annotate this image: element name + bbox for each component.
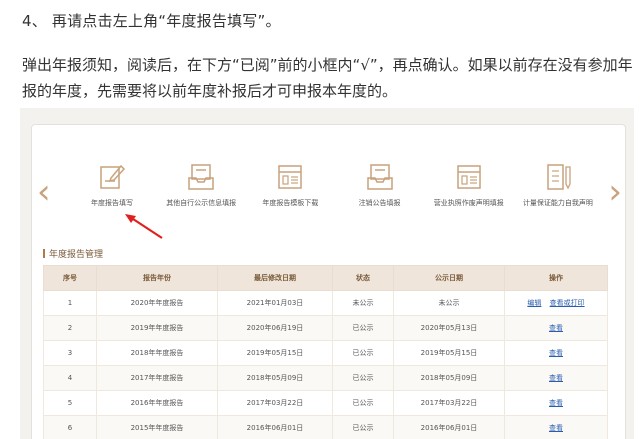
- section-title: 年度报告管理: [43, 247, 103, 260]
- icon-label: 计量保证能力自我声明: [522, 199, 593, 207]
- cell-actions: 查看: [504, 415, 608, 439]
- col-header-no: 序号: [43, 265, 97, 291]
- cell-actions: 查看: [504, 390, 608, 416]
- view-link[interactable]: 查看: [549, 399, 563, 407]
- table-row: 4 2017年年度报告 2018年05月09日 已公示 2018年05月09日 …: [43, 365, 608, 391]
- cell-status: 已公示: [332, 340, 394, 366]
- cell-published: 2016年06月01日: [393, 415, 505, 439]
- cell-modified: 2019年05月15日: [217, 340, 333, 366]
- step-heading: 4、 再请点击左上角“年度报告填写”。: [22, 12, 281, 30]
- service-metrology-statement[interactable]: 计量保证能力自我声明: [516, 162, 600, 222]
- service-deregistration-notice[interactable]: 注销公告填报: [338, 162, 422, 222]
- icon-label: 年度报告填写: [91, 199, 133, 207]
- annotation-arrow-icon: [125, 214, 163, 239]
- cell-no: 1: [43, 290, 97, 316]
- cell-published: 未公示: [393, 290, 505, 316]
- view-print-link[interactable]: 查看或打印: [550, 299, 585, 307]
- cell-published: 2020年05月13日: [393, 315, 505, 341]
- inbox-tray-icon: [366, 164, 393, 190]
- carousel-next-button[interactable]: ›: [608, 175, 622, 209]
- section-title-text: 年度报告管理: [49, 250, 104, 260]
- table-row: 5 2016年年度报告 2017年03月22日 已公示 2017年03月22日 …: [43, 390, 608, 416]
- cell-modified: 2017年03月22日: [217, 390, 333, 416]
- cell-status: 已公示: [332, 365, 394, 391]
- cell-no: 3: [43, 340, 97, 366]
- cell-status: 已公示: [332, 315, 394, 341]
- cell-published: 2019年05月15日: [393, 340, 505, 366]
- icon-label: 注销公告填报: [358, 199, 401, 207]
- cell-year: 2017年年度报告: [96, 365, 218, 391]
- col-header-published: 公示日期: [393, 265, 505, 291]
- cell-no: 6: [43, 415, 97, 439]
- cell-modified: 2016年06月01日: [217, 415, 333, 439]
- col-header-actions: 操作: [504, 265, 608, 291]
- edit-link[interactable]: 编辑: [527, 299, 541, 307]
- service-other-public-info[interactable]: 其他自行公示信息填报: [159, 162, 243, 222]
- template-form-icon: [457, 165, 481, 189]
- cell-no: 5: [43, 390, 97, 416]
- template-form-icon: [278, 165, 303, 189]
- view-link[interactable]: 查看: [549, 424, 563, 432]
- icon-label: 其他自行公示信息填报: [166, 199, 237, 207]
- carousel-prev-button[interactable]: ‹: [37, 175, 51, 209]
- cell-status: 已公示: [332, 390, 394, 416]
- service-license-void-statement[interactable]: 营业执照作废声明填报: [427, 162, 511, 222]
- cell-actions: 查看: [504, 315, 608, 341]
- cell-published: 2017年03月22日: [393, 390, 505, 416]
- inbox-tray-icon: [188, 164, 214, 190]
- cell-year: 2016年年度报告: [96, 390, 218, 416]
- col-header-year: 报告年份: [96, 265, 218, 291]
- col-header-status: 状态: [332, 265, 394, 291]
- annual-report-table: 序号 报告年份 最后修改日期 状态 公示日期 操作 1 2020年年度报告 20…: [43, 265, 608, 439]
- cell-status: 已公示: [332, 415, 394, 439]
- cell-actions: 查看: [504, 365, 608, 391]
- checklist-pen-icon: [547, 164, 571, 190]
- cell-modified: 2018年05月09日: [217, 365, 333, 391]
- cell-actions: 编辑 查看或打印: [504, 290, 608, 316]
- table-row: 2 2019年年度报告 2020年06月19日 已公示 2020年05月13日 …: [43, 315, 608, 341]
- instruction-paragraph: 弹出年报须知，阅读后，在下方“已阅”前的小框内“√”，再点确认。如果以前存在没有…: [22, 56, 633, 100]
- cell-actions: 查看: [504, 340, 608, 366]
- view-link[interactable]: 查看: [549, 374, 563, 382]
- view-link[interactable]: 查看: [549, 349, 563, 357]
- cell-no: 4: [43, 365, 97, 391]
- cell-year: 2018年年度报告: [96, 340, 218, 366]
- service-template-download[interactable]: 年度报告模板下载: [248, 162, 332, 222]
- embedded-screenshot: ‹ › 年度报告填写 其他自行公示信息填报 年度报告模板下载 注销公告填报 营业…: [20, 108, 634, 439]
- cell-year: 2015年年度报告: [96, 415, 218, 439]
- annual-report-panel: ‹ › 年度报告填写 其他自行公示信息填报 年度报告模板下载 注销公告填报 营业…: [31, 124, 626, 439]
- icon-label: 年度报告模板下载: [262, 199, 319, 207]
- cell-modified: 2020年06月19日: [217, 315, 333, 341]
- cell-year: 2020年年度报告: [96, 290, 218, 316]
- cell-modified: 2021年01月03日: [217, 290, 333, 316]
- table-row: 1 2020年年度报告 2021年01月03日 未公示 未公示 编辑 查看或打印: [43, 290, 608, 316]
- edit-document-icon: [100, 164, 126, 189]
- section-marker: [43, 249, 45, 258]
- col-header-modified: 最后修改日期: [217, 265, 333, 291]
- view-link[interactable]: 查看: [549, 324, 563, 332]
- table-row: 6 2015年年度报告 2016年06月01日 已公示 2016年06月01日 …: [43, 415, 608, 439]
- cell-year: 2019年年度报告: [96, 315, 218, 341]
- cell-published: 2018年05月09日: [393, 365, 505, 391]
- cell-status: 未公示: [332, 290, 394, 316]
- cell-no: 2: [43, 315, 97, 341]
- table-row: 3 2018年年度报告 2019年05月15日 已公示 2019年05月15日 …: [43, 340, 608, 366]
- icon-label: 营业执照作废声明填报: [433, 199, 504, 207]
